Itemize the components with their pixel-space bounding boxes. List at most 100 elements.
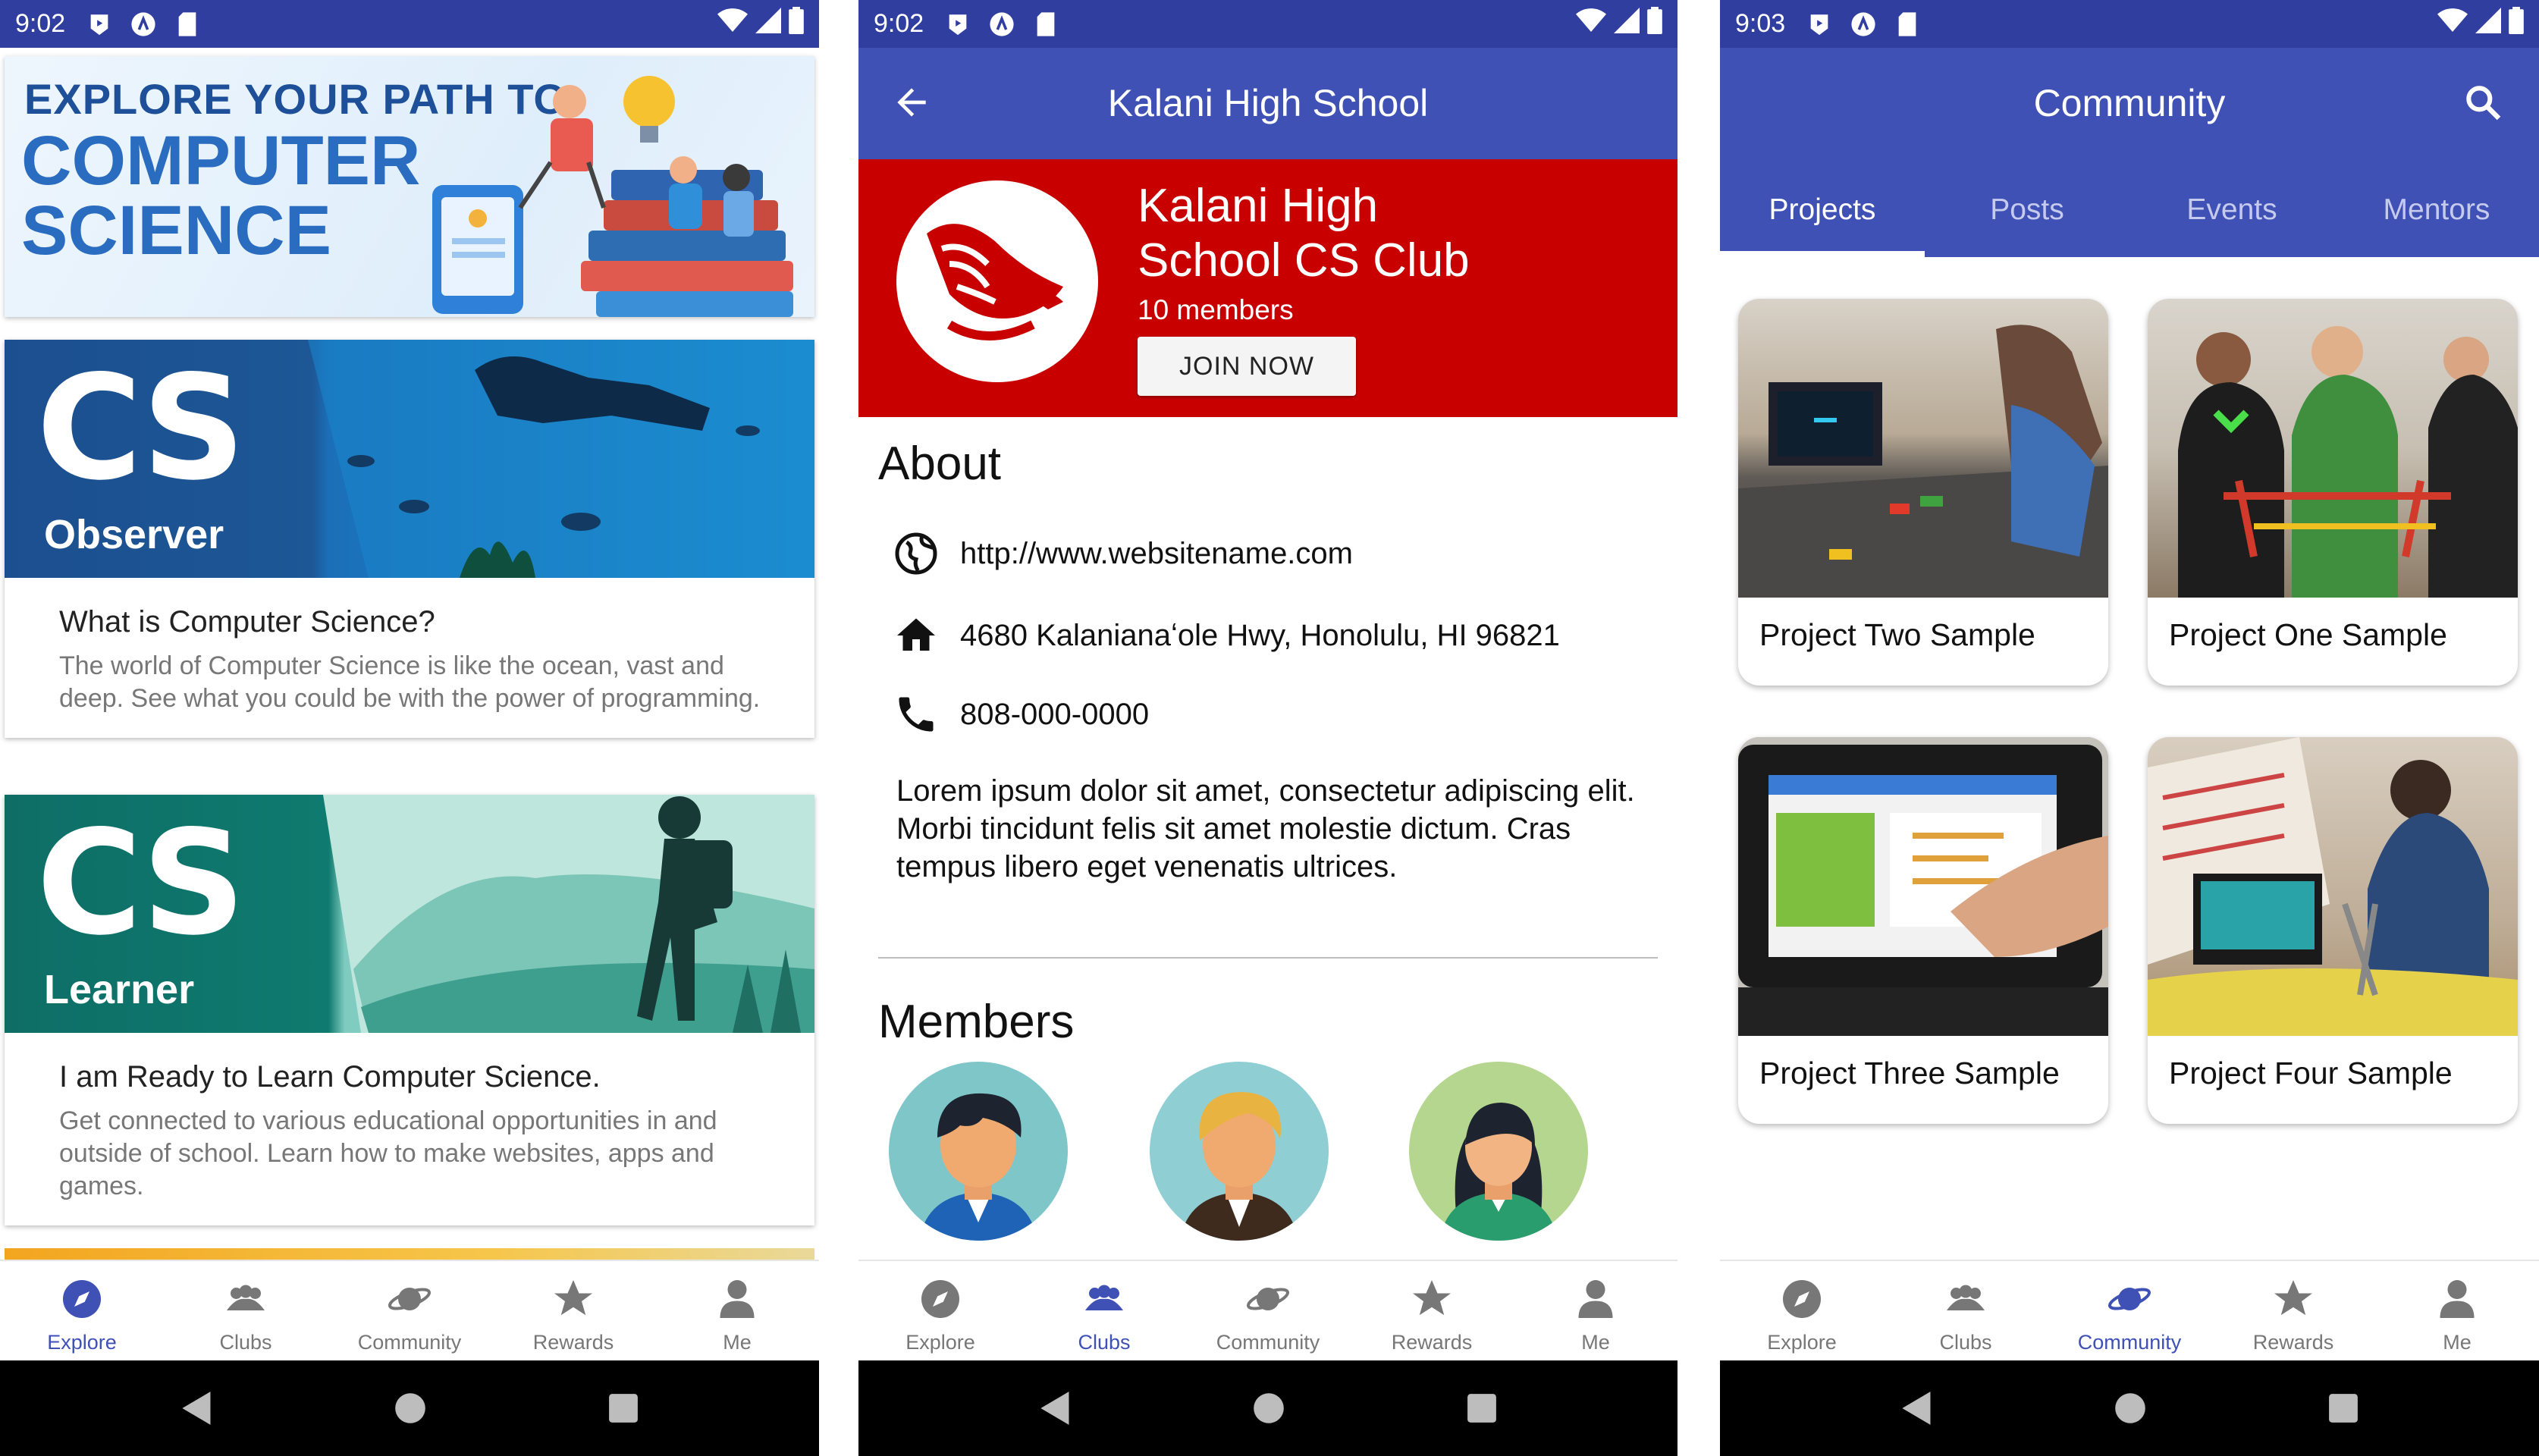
explore-banner[interactable]: EXPLORE YOUR PATH TO COMPUTER SCIENCE — [5, 56, 814, 317]
back-triangle-icon[interactable] — [1900, 1390, 1934, 1426]
back-triangle-icon[interactable] — [1039, 1390, 1072, 1426]
home-icon — [897, 618, 935, 651]
nav-clubs-label: Clubs — [219, 1331, 272, 1354]
status-bar: 9:02 — [0, 0, 819, 48]
nav-clubs[interactable]: Clubs — [1022, 1261, 1186, 1360]
project-image — [2148, 737, 2518, 1036]
learner-hero-title: CS — [36, 799, 246, 967]
phone-row[interactable]: 808-000-0000 — [893, 692, 1149, 737]
system-navigation-bar — [1720, 1360, 2539, 1456]
explore-screen: 9:02 EXPLORE YOUR PATH TO COMPUTER SCIEN… — [0, 0, 819, 1456]
observer-card-title: What is Computer Science? — [59, 605, 435, 639]
play-protect-icon — [86, 11, 112, 37]
me-person-icon — [720, 1280, 755, 1318]
address-text[interactable]: 4680 Kalanianaʻole Hwy, Honolulu, HI 968… — [960, 619, 1560, 653]
project-image — [1738, 737, 2108, 1036]
tab-posts[interactable]: Posts — [1925, 177, 2129, 257]
nav-clubs[interactable]: Clubs — [164, 1261, 328, 1360]
nav-rewards[interactable]: Rewards — [1350, 1261, 1514, 1360]
battery-icon — [2509, 7, 2524, 41]
nav-rewards-label: Rewards — [1391, 1331, 1473, 1354]
nav-me[interactable]: Me — [655, 1261, 819, 1360]
cs-observer-card[interactable]: CS Observer What is Computer Science? Th… — [5, 340, 814, 738]
nav-community-label: Community — [357, 1331, 462, 1354]
observer-card-body: What is Computer Science? The world of C… — [5, 578, 814, 738]
status-bar: 9:02 — [858, 0, 1677, 48]
cs-learner-card[interactable]: CS Learner I am Ready to Learn Computer … — [5, 795, 814, 1225]
recents-square-icon[interactable] — [2327, 1392, 2359, 1424]
member-avatar[interactable] — [1409, 1062, 1588, 1241]
nav-community[interactable]: Community — [2048, 1261, 2211, 1360]
bottom-navigation: Explore Clubs Community Rewards Me — [858, 1260, 1677, 1360]
project-card[interactable]: Project Three Sample — [1738, 737, 2108, 1124]
nav-explore-label: Explore — [905, 1331, 975, 1354]
learner-hero-image: CS Learner — [5, 795, 814, 1033]
rewards-star-icon — [2274, 1280, 2312, 1316]
club-name-line-2: School CS Club — [1138, 234, 1470, 287]
website-row[interactable]: http://www.websitename.com — [893, 531, 1353, 576]
tab-mentors[interactable]: Mentors — [2334, 177, 2539, 257]
clubs-people-icon — [1947, 1285, 1985, 1310]
sd-card-icon — [1894, 11, 1920, 37]
website-link[interactable]: http://www.websitename.com — [960, 537, 1353, 571]
play-protect-icon — [1806, 11, 1832, 37]
play-protect-icon — [945, 11, 971, 37]
nav-explore[interactable]: Explore — [1720, 1261, 1884, 1360]
member-avatar[interactable] — [889, 1062, 1068, 1241]
status-time: 9:02 — [15, 9, 66, 38]
status-bar: 9:03 — [1720, 0, 2539, 48]
me-person-icon — [2440, 1280, 2475, 1318]
nav-explore-label: Explore — [47, 1331, 117, 1354]
banner-illustration — [432, 76, 793, 317]
nav-explore-label: Explore — [1767, 1331, 1837, 1354]
recents-square-icon[interactable] — [607, 1392, 639, 1424]
wifi-icon — [1576, 8, 1606, 40]
wifi-icon — [2437, 8, 2468, 40]
nav-clubs[interactable]: Clubs — [1884, 1261, 2048, 1360]
nav-clubs-label: Clubs — [1078, 1331, 1131, 1354]
member-avatar[interactable] — [1150, 1062, 1329, 1241]
home-circle-icon[interactable] — [2114, 1392, 2147, 1425]
tab-events[interactable]: Events — [2129, 177, 2334, 257]
nav-community[interactable]: Community — [1186, 1261, 1350, 1360]
club-name: Kalani High School CS Club — [1138, 179, 1470, 288]
home-circle-icon[interactable] — [394, 1392, 427, 1425]
project-title: Project One Sample — [2169, 617, 2447, 652]
app-bar-title: Community — [2033, 82, 2226, 124]
signal-icon — [1614, 8, 1640, 40]
search-icon[interactable] — [2462, 81, 2504, 124]
community-planet-icon — [2107, 1288, 2151, 1310]
wifi-icon — [717, 8, 748, 40]
notification-a-icon — [989, 11, 1015, 37]
nav-community-label: Community — [2077, 1331, 2182, 1354]
rewards-star-icon — [1413, 1280, 1451, 1316]
back-triangle-icon[interactable] — [180, 1390, 214, 1426]
recents-square-icon[interactable] — [1466, 1392, 1498, 1424]
project-card[interactable]: Project Four Sample — [2148, 737, 2518, 1124]
nav-explore[interactable]: Explore — [858, 1261, 1022, 1360]
join-now-button[interactable]: JOIN NOW — [1138, 337, 1356, 396]
observer-card-description: The world of Computer Science is like th… — [59, 651, 761, 713]
project-card[interactable]: Project One Sample — [2148, 299, 2518, 686]
nav-rewards[interactable]: Rewards — [2211, 1261, 2375, 1360]
nav-rewards[interactable]: Rewards — [491, 1261, 655, 1360]
explore-compass-icon — [921, 1280, 959, 1318]
notification-a-icon — [1850, 11, 1876, 37]
address-row[interactable]: 4680 Kalanianaʻole Hwy, Honolulu, HI 968… — [893, 613, 1560, 658]
project-card[interactable]: Project Two Sample — [1738, 299, 2108, 686]
bottom-navigation: Explore Clubs Community Rewards Me — [0, 1260, 819, 1360]
home-circle-icon[interactable] — [1252, 1392, 1285, 1425]
signal-icon — [755, 8, 781, 40]
nav-me[interactable]: Me — [1514, 1261, 1677, 1360]
project-title: Project Three Sample — [1759, 1056, 2060, 1090]
learner-card-description: Get connected to various educational opp… — [59, 1106, 717, 1200]
tab-projects[interactable]: Projects — [1720, 177, 1925, 257]
nav-explore[interactable]: Explore — [0, 1261, 164, 1360]
phone-icon — [899, 697, 934, 732]
nav-community[interactable]: Community — [328, 1261, 491, 1360]
nav-me-label: Me — [2443, 1331, 2472, 1354]
phone-number[interactable]: 808-000-0000 — [960, 698, 1149, 732]
nav-me[interactable]: Me — [2375, 1261, 2539, 1360]
nav-me-label: Me — [723, 1331, 752, 1354]
observer-hero-image: CS Observer — [5, 340, 814, 578]
